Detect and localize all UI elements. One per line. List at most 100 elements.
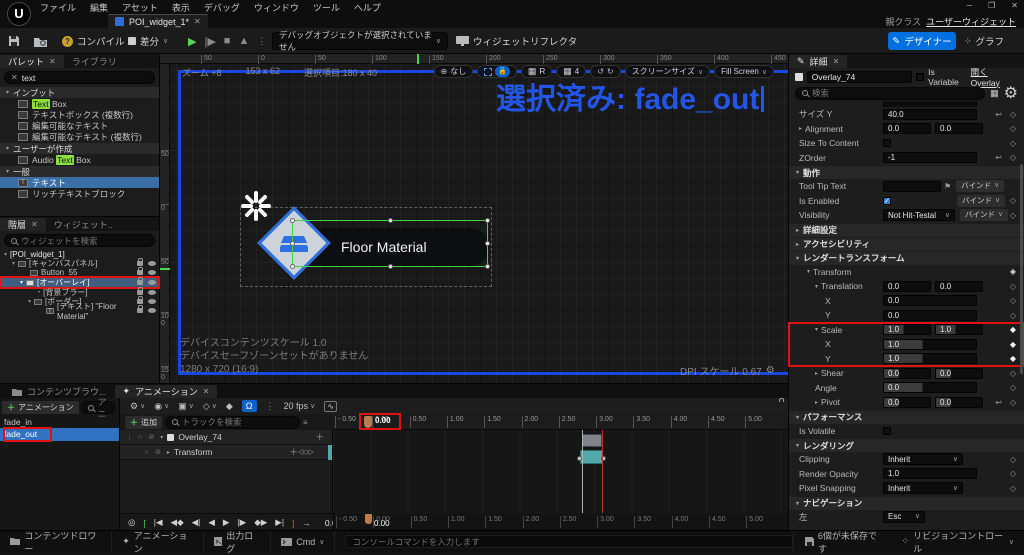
- keyframe-nav-icons[interactable]: ◁◇▷: [298, 448, 314, 456]
- palette-item-richtext[interactable]: リッチテキストブロック: [0, 188, 159, 199]
- ruler-toggle-button[interactable]: ▦ R: [521, 65, 552, 78]
- tab-details[interactable]: ✎ 詳細 ✕: [789, 55, 847, 68]
- palette-item-multiline[interactable]: テキストボックス (複数行): [0, 109, 159, 120]
- translation-y-field[interactable]: 0.0: [883, 310, 977, 321]
- palette-section-common[interactable]: ▾ 一般: [0, 166, 159, 177]
- selection-lock-group[interactable]: 🔒: [477, 65, 517, 78]
- lock-icon[interactable]: [137, 308, 143, 313]
- lock-icon[interactable]: [137, 290, 143, 295]
- details-scrollbar[interactable]: [1020, 164, 1023, 374]
- lock-icon[interactable]: [137, 261, 143, 266]
- localization-preview-button[interactable]: ⊕ なし: [434, 65, 474, 78]
- info-icon[interactable]: ◎: [128, 517, 135, 528]
- shear-x-input[interactable]: 0.0: [883, 368, 931, 379]
- palette-search-input[interactable]: ✕ text: [4, 71, 155, 84]
- resize-handle[interactable]: [485, 264, 490, 269]
- section-render-transform[interactable]: ▾レンダートランスフォーム: [789, 252, 1024, 265]
- selection-rect[interactable]: [292, 220, 488, 267]
- frame-skip-button[interactable]: |▶: [204, 35, 215, 48]
- expander-icon[interactable]: ▾: [160, 434, 163, 441]
- widget-name-input[interactable]: Overlay_74: [807, 71, 912, 83]
- alignment-x-input[interactable]: 0.0: [883, 123, 931, 134]
- tab-animation[interactable]: ✦ アニメーション ✕: [115, 385, 218, 398]
- keyframe-icon[interactable]: ◇: [1010, 196, 1016, 205]
- close-icon[interactable]: ✕: [31, 220, 38, 229]
- dpi-scale[interactable]: DPI スケール 0.67 ⚙: [680, 363, 775, 378]
- save-button[interactable]: [8, 28, 20, 54]
- scale-x-field[interactable]: 1.0: [883, 339, 977, 350]
- scale-y-input[interactable]: 1.0: [935, 324, 983, 335]
- resize-handle[interactable]: [388, 264, 393, 269]
- resize-handle[interactable]: [290, 241, 295, 246]
- fps-dropdown[interactable]: 20 fps∨: [284, 401, 316, 411]
- menu-edit[interactable]: 編集: [90, 1, 108, 14]
- step-forward-button[interactable]: |▶: [237, 517, 246, 528]
- keyframe-icon[interactable]: ◇: [1010, 296, 1016, 305]
- tab-palette[interactable]: パレット ✕: [0, 55, 64, 68]
- screen-size-dropdown[interactable]: スクリーンサイズ ∨: [625, 65, 710, 78]
- expander-icon[interactable]: ▾: [20, 279, 23, 286]
- palette-item-audio-textbox[interactable]: Audio Text Box: [0, 154, 159, 165]
- track-row-overlay[interactable]: ↓ ∩ ⊘ ▾ Overlay_74 ＋: [120, 430, 332, 445]
- tab-close-icon[interactable]: ✕: [194, 17, 201, 26]
- palette-item-editable-text-multi[interactable]: 編集可能なテキスト (複数行): [0, 131, 159, 142]
- keyframe-icon[interactable]: ◇: [1010, 139, 1016, 148]
- expander-icon[interactable]: ▾: [12, 260, 15, 267]
- designer-viewport[interactable]: 50050100150200250300350400450 5005010015…: [160, 54, 788, 383]
- enabled-bind-button[interactable]: バインド∨: [957, 195, 1005, 207]
- angle-input[interactable]: 0.0: [883, 382, 977, 393]
- keyframe-icon[interactable]: ◇: [1010, 455, 1016, 464]
- debug-object-dropdown[interactable]: デバッグオブジェクトが選択されていません ∨: [272, 32, 448, 50]
- palette-item-text[interactable]: T テキスト: [0, 177, 159, 188]
- tooltip-bind-button[interactable]: バインド∨: [956, 180, 1004, 192]
- prev-key-button[interactable]: ◀◆: [171, 517, 184, 528]
- is-enabled-checkbox[interactable]: ✓: [883, 197, 891, 205]
- grid-snap-button[interactable]: ▦ 4: [556, 65, 586, 78]
- maximize-button[interactable]: ❐: [988, 1, 995, 10]
- eye-icon[interactable]: [148, 270, 156, 275]
- play-button[interactable]: ▶: [188, 35, 196, 48]
- expander-icon[interactable]: ▾: [28, 298, 31, 305]
- section-accessibility[interactable]: ▸アクセシビリティ: [789, 238, 1024, 251]
- lock-icon[interactable]: [778, 401, 780, 411]
- tab-hierarchy[interactable]: 階層 ✕: [0, 218, 46, 231]
- curve-editor-button[interactable]: ∿: [324, 401, 337, 412]
- expander-icon[interactable]: ▸: [167, 449, 170, 456]
- step-back-button[interactable]: ◀|: [192, 517, 201, 528]
- tooltip-input[interactable]: [883, 181, 941, 192]
- overlay-section-bar[interactable]: [582, 434, 602, 447]
- keyframe-icon[interactable]: ◇: [1010, 124, 1016, 133]
- keyframe-icon[interactable]: ◇: [1010, 110, 1016, 119]
- eye-icon[interactable]: [148, 280, 156, 285]
- designer-mode-button[interactable]: ✎ デザイナー: [888, 32, 956, 50]
- snap-options-icon[interactable]: ⋮: [266, 401, 275, 412]
- is-variable-checkbox[interactable]: [916, 73, 924, 81]
- cmd-dropdown[interactable]: Cmd ∨: [271, 531, 335, 552]
- section-navigation[interactable]: ▾ナビゲーション: [789, 497, 1024, 510]
- visibility-dropdown[interactable]: Not Hit-Testal∨: [883, 209, 955, 221]
- keyframe-options-button[interactable]: ◇∨: [203, 401, 217, 412]
- range-end-bracket[interactable]: ]: [292, 518, 294, 528]
- add-track-button[interactable]: ＋ 追加: [125, 416, 162, 429]
- tree-row-button[interactable]: Button_55: [0, 268, 159, 277]
- minimize-button[interactable]: ─: [966, 1, 972, 10]
- tree-row-canvas[interactable]: ▾ [キャンバスパネル]: [0, 259, 159, 268]
- keyframe-icon[interactable]: ◇: [1010, 153, 1016, 162]
- track-state-icons[interactable]: ∩ ⊘: [144, 448, 163, 456]
- menu-help[interactable]: ヘルプ: [354, 1, 381, 14]
- section-rendering[interactable]: ▾レンダリング: [789, 439, 1024, 452]
- gear-icon[interactable]: ⚙: [1004, 83, 1018, 103]
- palette-item-editable-text[interactable]: 編集可能なテキスト: [0, 120, 159, 131]
- range-start-bracket[interactable]: [: [143, 518, 145, 528]
- revision-control-button[interactable]: ⁘ リビジョンコントロール ∨: [892, 531, 1024, 552]
- lock-icon[interactable]: [137, 299, 143, 304]
- eye-icon[interactable]: [148, 290, 156, 295]
- pivot-x-input[interactable]: 0.0: [883, 397, 931, 408]
- animation-item-fade-out[interactable]: fade_out: [0, 428, 119, 441]
- menu-debug[interactable]: デバッグ: [204, 1, 240, 14]
- clipping-dropdown[interactable]: Inherit∨: [883, 453, 963, 465]
- size-y-input[interactable]: 40.0: [883, 109, 977, 120]
- keyframe-icon[interactable]: ◇: [1010, 469, 1016, 478]
- palette-section-user[interactable]: ▾ ユーザーが作成: [0, 143, 159, 154]
- section-behavior[interactable]: ▾動作: [789, 166, 1024, 179]
